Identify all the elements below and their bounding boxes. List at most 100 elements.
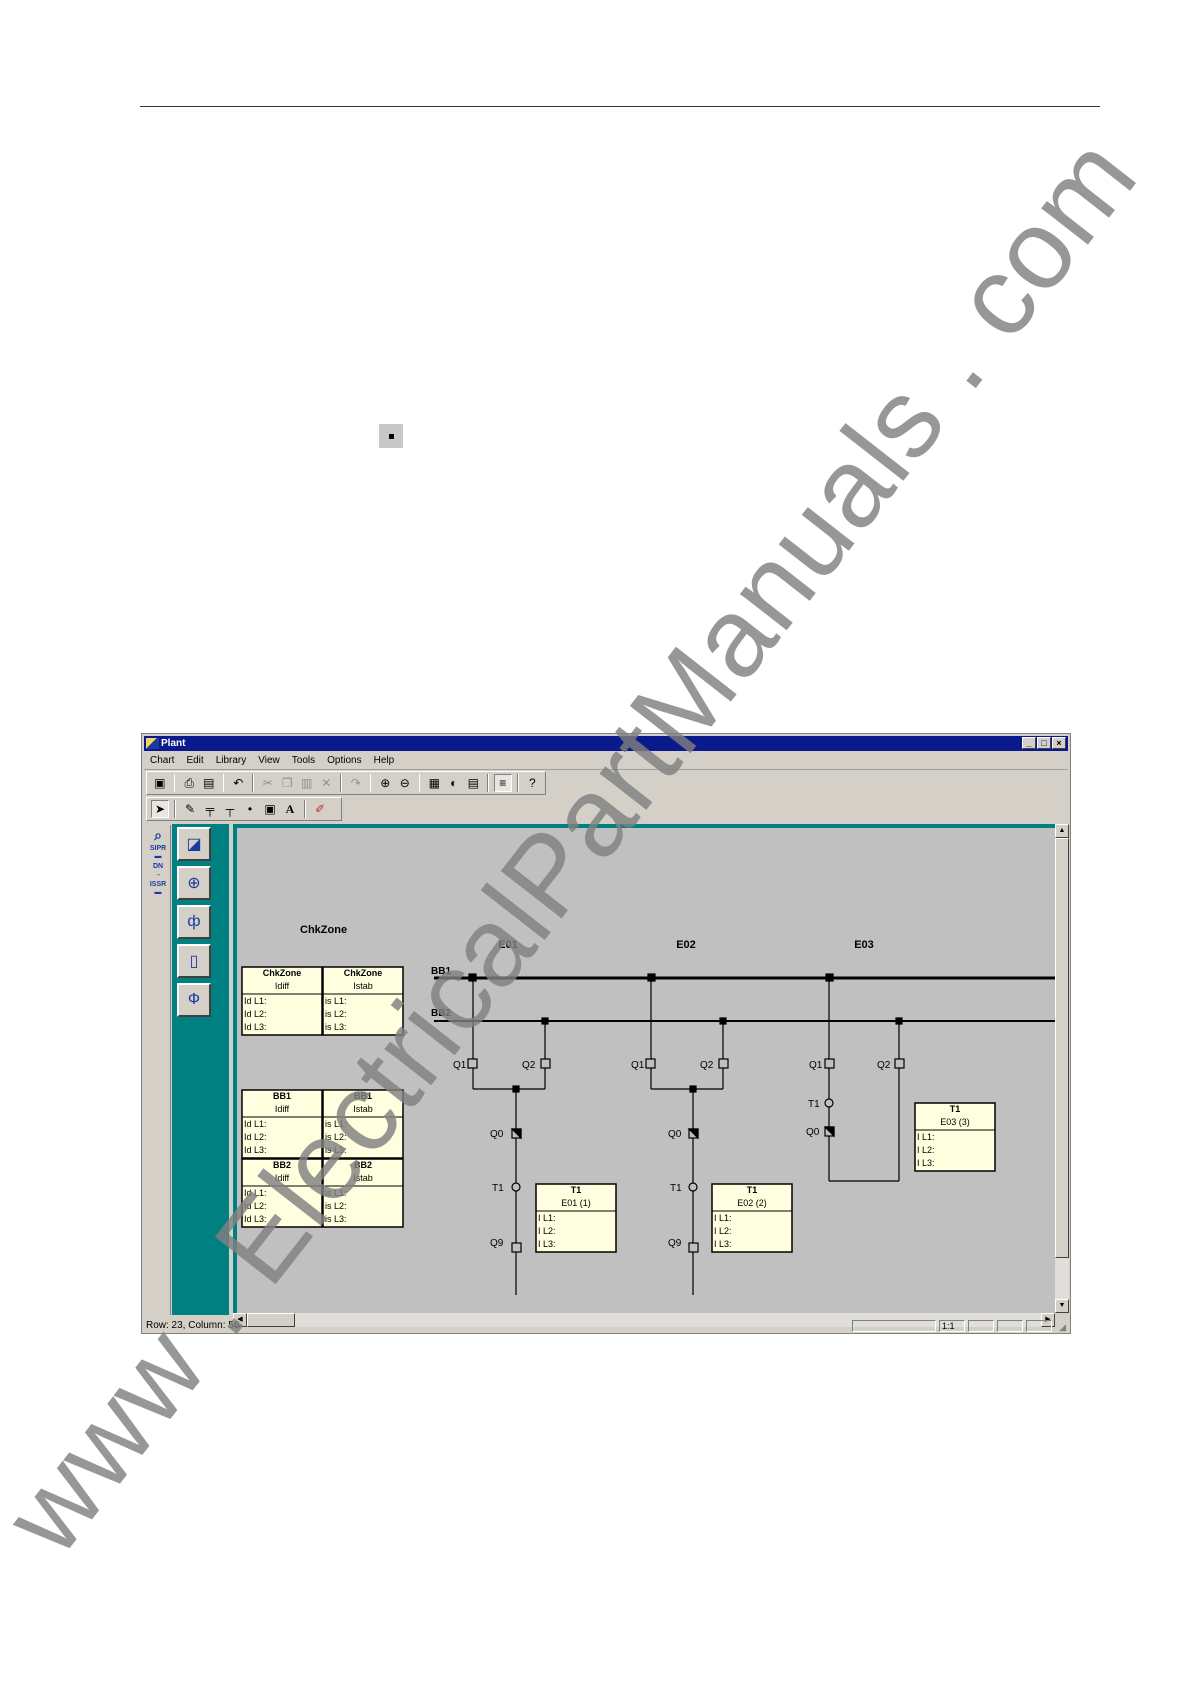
- contrast-icon[interactable]: ◐: [445, 774, 463, 792]
- bay-e03-label: E03: [854, 939, 874, 951]
- svg-text:Id L1:: Id L1:: [244, 996, 267, 1006]
- svg-text:I L3:: I L3:: [917, 1158, 935, 1168]
- menu-chart[interactable]: Chart: [144, 752, 180, 769]
- calculator-icon[interactable]: ▦: [425, 774, 443, 792]
- coupler-icon[interactable]: Ф: [177, 983, 211, 1017]
- label-q1-e02: Q1: [631, 1060, 645, 1071]
- svg-text:E02 (2): E02 (2): [737, 1198, 767, 1208]
- svg-text:Istab: Istab: [353, 981, 373, 991]
- box-t1-e02[interactable]: T1 E02 (2) I L1: I L2: I L3:: [711, 1183, 793, 1253]
- status-panel-1: [852, 1320, 936, 1332]
- left-tool-strip: ⌕ SIPR ▬ DN → ISSR ▬: [146, 825, 171, 1315]
- zoom-out-icon[interactable]: ⊖: [396, 774, 414, 792]
- dn-icon[interactable]: DN →: [148, 863, 168, 879]
- svg-text:Id L3:: Id L3:: [244, 1214, 267, 1224]
- pencil-icon[interactable]: ✎: [181, 800, 199, 818]
- label-q9-e02: Q9: [668, 1238, 682, 1249]
- legend-icon[interactable]: ≡: [494, 774, 512, 792]
- svg-text:BB1: BB1: [273, 1091, 291, 1101]
- plant-window: Plant _ □ × Chart Edit Library View Tool…: [141, 733, 1071, 1334]
- ct-icon[interactable]: ф: [177, 905, 211, 939]
- tee-icon[interactable]: ┬: [221, 800, 239, 818]
- label-t1-e02: T1: [670, 1183, 682, 1194]
- menu-options[interactable]: Options: [321, 752, 367, 769]
- magnifier-icon[interactable]: ⌕: [148, 827, 168, 843]
- svg-text:is L3:: is L3:: [325, 1022, 347, 1032]
- zoom-in-icon[interactable]: ⊕: [376, 774, 394, 792]
- svg-text:I L2:: I L2:: [714, 1226, 732, 1236]
- vertical-scroll-thumb[interactable]: [1055, 838, 1069, 1258]
- status-zoom: 1:1: [939, 1320, 965, 1332]
- zone-title: ChkZone: [300, 924, 347, 936]
- svg-text:is L3:: is L3:: [325, 1145, 347, 1155]
- switch-icon[interactable]: ▯: [177, 944, 211, 978]
- svg-text:BB1: BB1: [354, 1091, 372, 1101]
- menu-help[interactable]: Help: [368, 752, 401, 769]
- svg-text:I L2:: I L2:: [538, 1226, 556, 1236]
- svg-text:E01 (1): E01 (1): [561, 1198, 591, 1208]
- sipr-icon[interactable]: SIPR ▬: [148, 845, 168, 861]
- bay-e01-label: E01: [498, 939, 518, 951]
- draw-toolbar: ➤ ✎ ╤ ┬ • ▣ A ✐: [146, 797, 342, 821]
- svg-text:ChkZone: ChkZone: [344, 968, 383, 978]
- breaker-icon[interactable]: ◪: [177, 827, 211, 861]
- cut-icon[interactable]: ✂: [259, 774, 277, 792]
- vertical-scrollbar[interactable]: ▲ ▼: [1055, 824, 1069, 1313]
- maximize-button[interactable]: □: [1037, 737, 1051, 749]
- svg-text:Idiff: Idiff: [275, 981, 290, 991]
- box-bb1-istab[interactable]: BB1 Istab is L1: is L2: is L3:: [322, 1089, 404, 1159]
- box-bb2-idiff[interactable]: BB2 Idiff Id L1: Id L2: Id L3:: [241, 1158, 323, 1228]
- svg-text:Id L2:: Id L2:: [244, 1009, 267, 1019]
- resize-grip-icon[interactable]: ◢: [1059, 1320, 1066, 1334]
- svg-text:is L1:: is L1:: [325, 1119, 347, 1129]
- box-bb2-istab[interactable]: BB2 Istab is L1: is L2: is L3:: [322, 1158, 404, 1228]
- close-button[interactable]: ×: [1052, 737, 1066, 749]
- bullet-marker: [379, 424, 403, 448]
- box-chkzone-idiff[interactable]: ChkZone Idiff Id L1: Id L2: Id L3:: [241, 966, 323, 1036]
- status-position: Row: 23, Column: 56: [146, 1320, 240, 1331]
- undo-icon[interactable]: ↶: [229, 774, 247, 792]
- svg-text:I L1:: I L1:: [714, 1213, 732, 1223]
- scroll-down-icon[interactable]: ▼: [1055, 1299, 1069, 1313]
- svg-text:T1: T1: [950, 1104, 961, 1114]
- svg-text:Id L1:: Id L1:: [244, 1119, 267, 1129]
- menu-tools[interactable]: Tools: [286, 752, 321, 769]
- svg-text:Id L2:: Id L2:: [244, 1132, 267, 1142]
- svg-text:is L2:: is L2:: [325, 1201, 347, 1211]
- svg-text:BB2: BB2: [354, 1160, 372, 1170]
- scroll-up-icon[interactable]: ▲: [1055, 824, 1069, 838]
- box-chkzone-istab[interactable]: ChkZone Istab is L1: is L2: is L3:: [322, 966, 404, 1036]
- box-t1-e01[interactable]: T1 E01 (1) I L1: I L2: I L3:: [535, 1183, 617, 1253]
- issr-icon[interactable]: ISSR ▬: [148, 881, 168, 897]
- help-icon[interactable]: ?: [524, 774, 542, 792]
- print-icon[interactable]: ⎙: [180, 774, 198, 792]
- point-icon[interactable]: •: [241, 800, 259, 818]
- delete-icon[interactable]: ✕: [318, 774, 336, 792]
- menu-library[interactable]: Library: [210, 752, 253, 769]
- bb1-label: BB1: [431, 966, 451, 977]
- print-preview-icon[interactable]: ▤: [200, 774, 218, 792]
- text-icon[interactable]: A: [281, 800, 299, 818]
- window-title: Plant: [161, 738, 186, 749]
- paste-icon[interactable]: ▥: [298, 774, 316, 792]
- menu-bar: Chart Edit Library View Tools Options He…: [144, 752, 1068, 770]
- save-icon[interactable]: ▣: [151, 774, 169, 792]
- box-bb1-idiff[interactable]: BB1 Idiff Id L1: Id L2: Id L3:: [241, 1089, 323, 1159]
- eraser-icon[interactable]: ✐: [311, 800, 329, 818]
- label-q2-e02: Q2: [700, 1060, 714, 1071]
- redo-icon[interactable]: ↷: [347, 774, 365, 792]
- grid-icon[interactable]: ▤: [465, 774, 483, 792]
- textbox-icon[interactable]: ▣: [261, 800, 279, 818]
- minimize-button[interactable]: _: [1022, 737, 1036, 749]
- diagram-canvas[interactable]: ChkZone E01 E02 E03 BB1 BB2 Q1 Q2 Q0 T1 …: [233, 824, 1055, 1313]
- disconnector-icon[interactable]: ⊕: [177, 866, 211, 900]
- title-bar: Plant _ □ ×: [144, 736, 1068, 751]
- busbar-icon[interactable]: ╤: [201, 800, 219, 818]
- copy-icon[interactable]: ❐: [278, 774, 296, 792]
- box-t1-e03[interactable]: T1 E03 (3) I L1: I L2: I L3:: [914, 1102, 996, 1172]
- svg-text:Id L1:: Id L1:: [244, 1188, 267, 1198]
- menu-edit[interactable]: Edit: [180, 752, 209, 769]
- menu-view[interactable]: View: [252, 752, 286, 769]
- pointer-icon[interactable]: ➤: [151, 800, 169, 818]
- svg-text:ChkZone: ChkZone: [263, 968, 302, 978]
